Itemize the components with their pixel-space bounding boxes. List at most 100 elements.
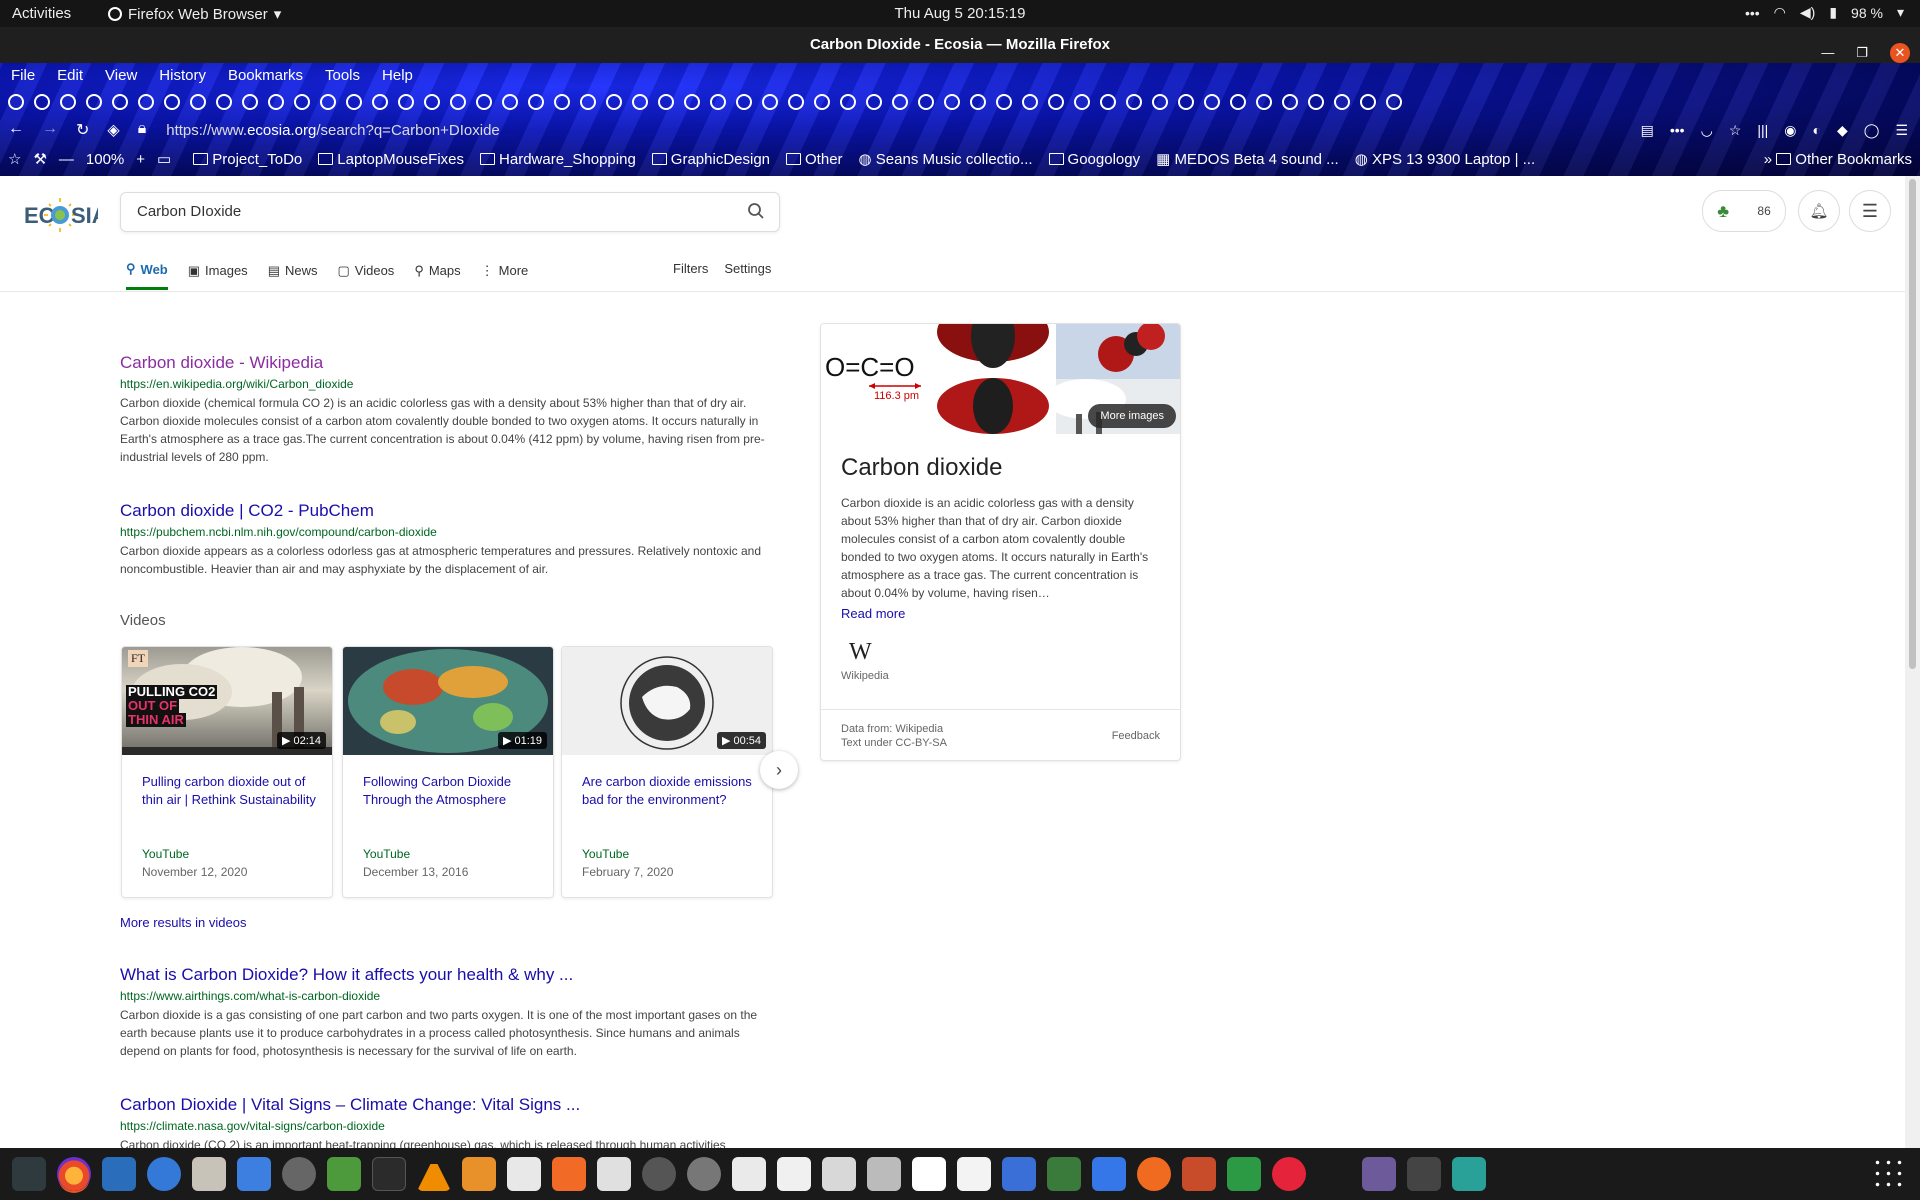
filters-button[interactable]: Filters [673,261,708,276]
wikipedia-logo[interactable]: W [849,639,1152,666]
pinned-tab-icon[interactable] [788,94,804,110]
chart-icon[interactable] [777,1157,811,1191]
pinned-tab-icon[interactable] [1230,94,1246,110]
video-thumbnail[interactable]: FT PULLING CO2 OUT OF THIN AIR ▶ 02:14 [122,647,332,755]
pinned-tab-icon[interactable] [632,94,648,110]
result-title[interactable]: Carbon dioxide - Wikipedia [120,353,780,373]
book-icon[interactable] [732,1157,766,1191]
text-editor-icon[interactable] [237,1157,271,1191]
main-menu-button[interactable]: ☰ [1849,190,1891,232]
more-images-button[interactable]: More images [1088,404,1176,428]
result-title[interactable]: Carbon Dioxide | Vital Signs – Climate C… [120,1095,780,1115]
result-title[interactable]: Carbon dioxide | CO2 - PubChem [120,501,780,521]
pinned-tab-icon[interactable] [346,94,362,110]
minimize-icon[interactable]: — [1821,35,1834,71]
pinned-tab-icon[interactable] [1048,94,1064,110]
calendar-icon[interactable] [1452,1157,1486,1191]
video-title[interactable]: Following Carbon Dioxide Through the Atm… [363,773,537,831]
pinned-tab-icon[interactable] [918,94,934,110]
pinned-tab-icon[interactable] [1204,94,1220,110]
camera-icon[interactable] [1362,1157,1396,1191]
pinned-tab-icon[interactable] [710,94,726,110]
star-icon[interactable]: ☆ [8,150,21,168]
help-icon[interactable] [147,1157,181,1191]
tab-more[interactable]: ⋮ More [481,261,529,290]
pinned-tab-icon[interactable] [580,94,596,110]
bookmark-star-icon[interactable]: ☆ [1729,122,1742,139]
pinned-tab-icon[interactable] [1256,94,1272,110]
pinned-tab-icon[interactable] [34,94,50,110]
vlc-icon[interactable] [417,1157,451,1191]
molecule-model-image[interactable] [933,324,1053,434]
zoom-level[interactable]: 100% [86,151,124,168]
zoom-in-icon[interactable]: + [136,151,145,168]
system-monitor-icon[interactable] [12,1157,46,1191]
reload-icon[interactable]: ↻ [76,120,89,140]
zoom-out-icon[interactable]: — [59,151,74,168]
image-viewer-icon[interactable] [597,1157,631,1191]
pinned-tab-icon[interactable] [138,94,154,110]
pinned-tab-icon[interactable] [528,94,544,110]
result-url[interactable]: https://www.airthings.com/what-is-carbon… [120,989,780,1003]
page-actions-icon[interactable]: ••• [1670,122,1685,139]
screenshot-icon[interactable]: ▭ [157,150,171,168]
tasks-icon[interactable] [1002,1157,1036,1191]
menu-view[interactable]: View [94,63,148,89]
pinned-tab-icon[interactable] [1334,94,1350,110]
back-icon[interactable]: ← [8,120,24,140]
video-title[interactable]: Are carbon dioxide emissions bad for the… [582,773,756,831]
pinned-tab-icon[interactable] [762,94,778,110]
pinned-tab-icon[interactable] [892,94,908,110]
inkscape-icon[interactable] [687,1157,721,1191]
disk-icon[interactable] [642,1157,676,1191]
bookmark-item[interactable]: GraphicDesign [651,151,770,168]
menu-tools[interactable]: Tools [314,63,371,89]
pinned-tab-icon[interactable] [320,94,336,110]
formula-image[interactable]: O=C=O 116.3 pm [821,324,931,434]
pinned-tab-icon[interactable] [112,94,128,110]
clock[interactable]: Thu Aug 5 20:15:19 [0,5,1920,22]
result-title[interactable]: What is Carbon Dioxide? How it affects y… [120,965,780,985]
github-icon[interactable]: ◯ [1864,122,1880,139]
settings-button[interactable]: Settings [724,261,771,276]
pinned-tab-icon[interactable] [398,94,414,110]
pinned-tab-icon[interactable] [606,94,622,110]
update-icon[interactable] [1137,1157,1171,1191]
calculator-icon[interactable] [462,1157,496,1191]
video-card[interactable]: ▶ 00:54 Are carbon dioxide emissions bad… [561,646,773,898]
pinned-tab-icon[interactable] [736,94,752,110]
menu-bookmarks[interactable]: Bookmarks [217,63,314,89]
pinned-tab-icon[interactable] [216,94,232,110]
ublock-icon[interactable]: ◆ [1837,122,1848,139]
other-bookmarks[interactable]: » Other Bookmarks [1764,151,1912,168]
alert-icon[interactable] [1272,1157,1306,1191]
menu-edit[interactable]: Edit [46,63,94,89]
pinned-tab-icon[interactable] [190,94,206,110]
pinned-tab-icon[interactable] [1126,94,1142,110]
pinned-tab-icon[interactable] [1386,94,1402,110]
library-icon[interactable]: ||| [1757,122,1768,139]
spreadsheet-icon[interactable] [1227,1157,1261,1191]
account-icon[interactable]: ◉ [1784,122,1796,139]
files-icon[interactable] [192,1157,226,1191]
result-url[interactable]: https://climate.nasa.gov/vital-signs/car… [120,1119,780,1133]
hamburger-menu-icon[interactable]: ☰ [1895,122,1908,139]
settings-gear-icon[interactable] [282,1157,316,1191]
pinned-tab-icon[interactable] [1308,94,1324,110]
show-apps-icon[interactable] [1872,1157,1906,1191]
close-window-button[interactable]: ✕ [1890,43,1910,63]
software-center-icon[interactable] [552,1157,586,1191]
pinned-tab-icon[interactable] [554,94,570,110]
bookmark-item[interactable]: Hardware_Shopping [480,151,636,168]
document-icon[interactable] [912,1157,946,1191]
pinned-tab-icon[interactable] [1360,94,1376,110]
feedback-link[interactable]: Feedback [1112,730,1160,742]
font-icon[interactable] [957,1157,991,1191]
terminal-icon[interactable] [372,1157,406,1191]
pinned-tab-icon[interactable] [996,94,1012,110]
firefox-icon[interactable] [57,1157,91,1191]
more-videos-link[interactable]: More results in videos [120,915,246,930]
pinned-tab-icon[interactable] [372,94,388,110]
image-strip[interactable]: O=C=O 116.3 pm More images [821,324,1180,434]
pinned-tab-icon[interactable] [86,94,102,110]
